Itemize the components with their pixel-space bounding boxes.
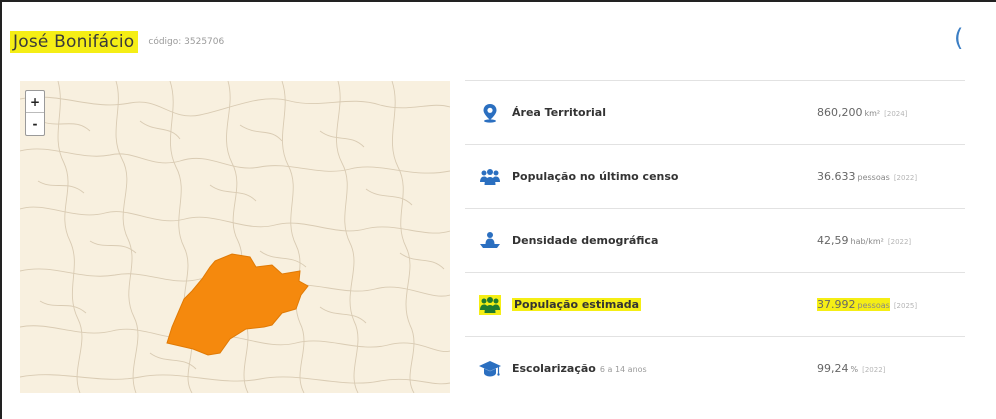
stat-row-schooling: Escolarização 6 a 14 anos 99,24% [2022]: [465, 336, 965, 400]
location-pin-icon: [483, 104, 497, 123]
stat-value: 99,24% [2022]: [817, 362, 885, 375]
stat-number: 36.633: [817, 170, 856, 183]
stat-unit: pessoas: [857, 301, 890, 310]
stat-label: Área Territorial: [512, 106, 606, 119]
stat-unit: %: [850, 365, 859, 374]
stat-label: População estimada: [512, 298, 642, 311]
municipality-code: código: 3525706: [148, 37, 225, 47]
people-icon: [479, 295, 501, 315]
municipality-map[interactable]: + -: [20, 81, 450, 393]
people-icon: [480, 169, 500, 185]
stat-label-text: Escolarização: [512, 362, 596, 375]
stat-row-density: Densidade demográfica 42,59 hab/km² [2022]: [465, 208, 965, 272]
zoom-control: + -: [25, 90, 45, 136]
stat-value: 42,59 hab/km² [2022]: [817, 234, 911, 247]
stat-year: [2022]: [862, 366, 886, 374]
stat-year: [2024]: [884, 110, 908, 118]
stat-sublabel: 6 a 14 anos: [599, 365, 647, 374]
zoom-in-button[interactable]: +: [26, 91, 44, 113]
stat-year: [2022]: [887, 238, 912, 246]
stat-number: 42,59: [817, 234, 849, 247]
stat-number: 37.992: [817, 298, 856, 311]
stat-label: Densidade demográfica: [512, 234, 659, 247]
stat-row-area: Área Territorial 860,200 km² [2024]: [465, 80, 965, 144]
side-panel-toggle-icon[interactable]: (: [954, 26, 963, 50]
stat-unit: km²: [864, 109, 881, 118]
stats-panel: Área Territorial 860,200 km² [2024] Popula…: [465, 80, 965, 400]
stat-value: 36.633 pessoas [2022]: [817, 170, 917, 183]
stat-label: Escolarização 6 a 14 anos: [512, 362, 647, 375]
stat-label: População no último censo: [512, 170, 679, 183]
stat-value: 37.992 pessoas [2025]: [817, 298, 917, 311]
stat-number: 99,24: [817, 362, 849, 375]
header: José Bonifácio código: 3525706: [10, 29, 224, 55]
municipality-name: José Bonifácio: [10, 31, 139, 53]
graduation-cap-icon: [479, 361, 501, 377]
municipality-borders: [20, 81, 450, 393]
stat-year: [2025]: [893, 302, 918, 310]
zoom-out-button[interactable]: -: [26, 113, 44, 135]
stat-row-census-population: População no último censo 36.633 pessoas[…: [465, 144, 965, 208]
stat-number: 860,200: [817, 106, 863, 119]
stat-value: 860,200 km² [2024]: [817, 106, 907, 119]
stat-highlight: 37.992 pessoas: [817, 298, 890, 311]
stat-year: [2022]: [893, 174, 918, 182]
stat-row-estimated-population: População estimada 37.992 pessoas [2025]: [465, 272, 965, 336]
map-canvas[interactable]: [20, 81, 450, 393]
stat-unit: pessoas: [857, 173, 890, 182]
density-icon: [480, 232, 500, 248]
stat-unit: hab/km²: [850, 237, 884, 246]
